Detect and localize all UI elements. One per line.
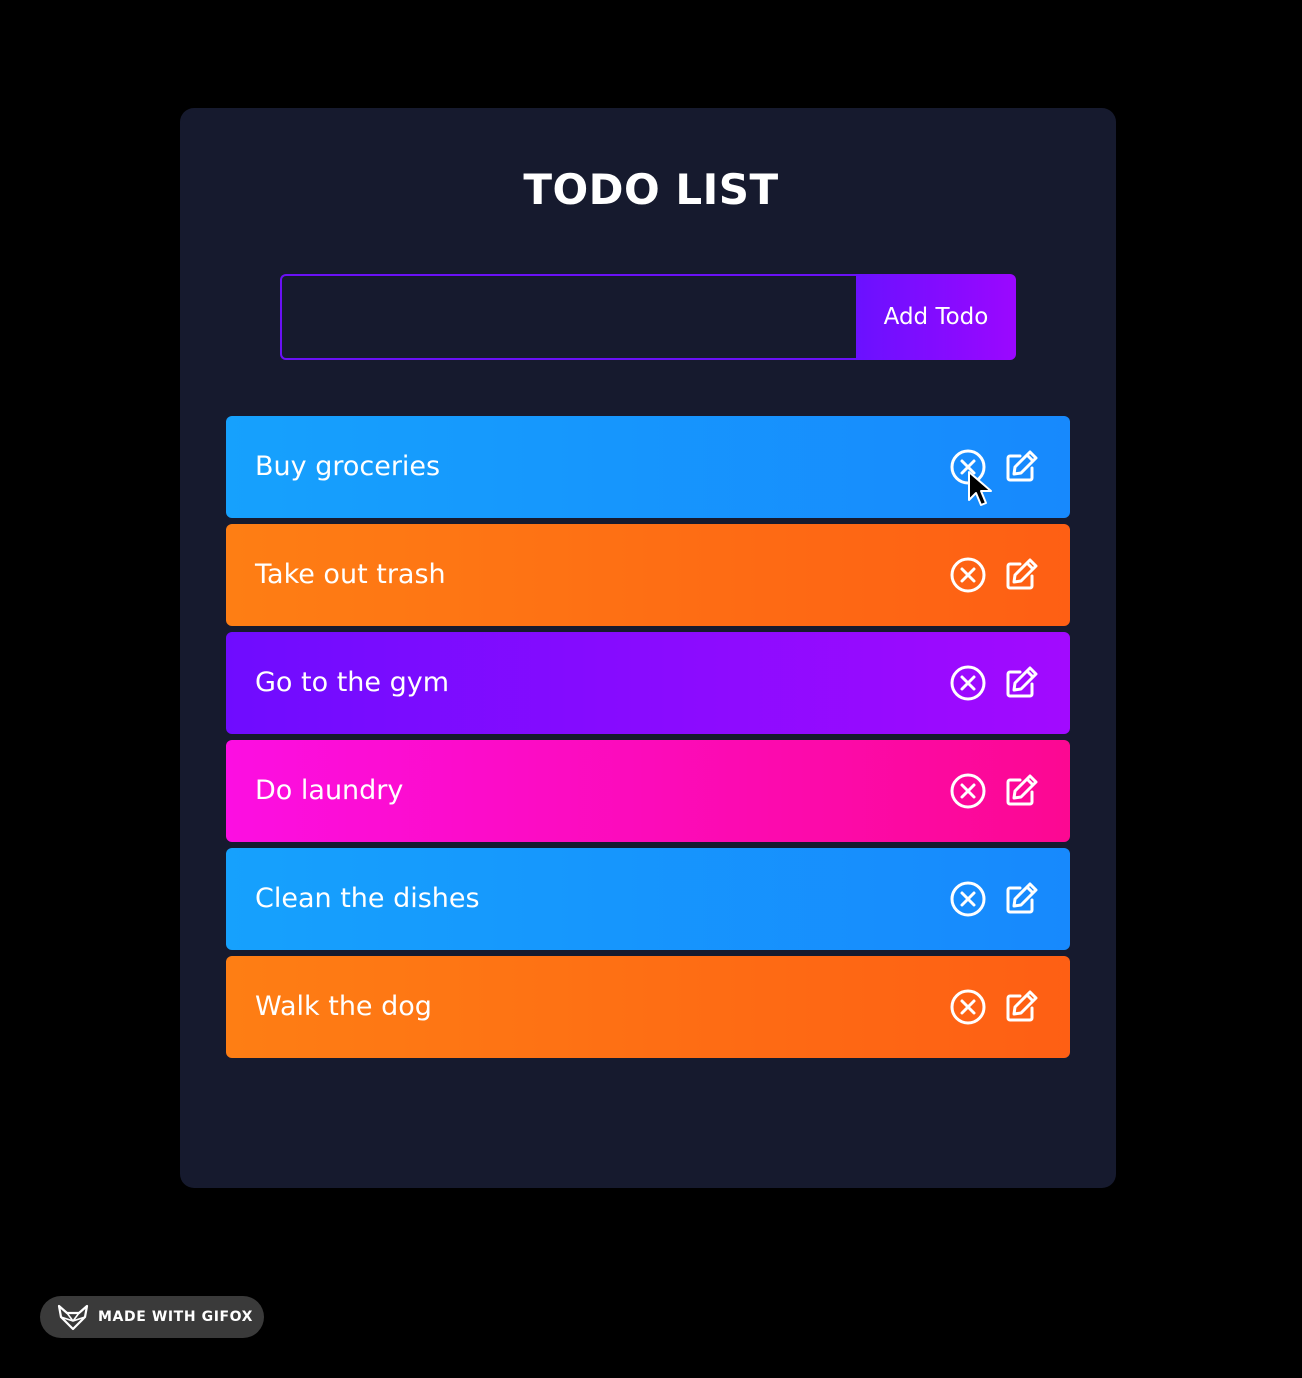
watermark-text: MADE WITH GIFOX — [98, 1309, 254, 1325]
todo-input[interactable] — [280, 274, 856, 360]
todo-item: Clean the dishes — [226, 848, 1070, 950]
todo-actions — [949, 880, 1040, 918]
todo-text: Go to the gym — [255, 667, 450, 698]
gifox-watermark: MADE WITH GIFOX — [40, 1296, 264, 1338]
edit-icon[interactable] — [1002, 556, 1040, 594]
todo-form: Add Todo — [280, 274, 1016, 360]
todo-item: Do laundry — [226, 740, 1070, 842]
edit-icon[interactable] — [1002, 664, 1040, 702]
todo-text: Walk the dog — [255, 991, 432, 1022]
todo-text: Clean the dishes — [255, 883, 480, 914]
todo-list: Buy groceries Take out trash Go to the g… — [226, 416, 1070, 1064]
add-todo-button[interactable]: Add Todo — [856, 274, 1016, 360]
todo-item: Take out trash — [226, 524, 1070, 626]
fox-logo-icon — [57, 1304, 89, 1331]
close-circle-icon[interactable] — [949, 772, 987, 810]
todo-actions — [949, 772, 1040, 810]
edit-icon[interactable] — [1002, 772, 1040, 810]
todo-text: Buy groceries — [255, 451, 441, 482]
edit-icon[interactable] — [1002, 448, 1040, 486]
todo-actions — [949, 664, 1040, 702]
todo-item: Walk the dog — [226, 956, 1070, 1058]
edit-icon[interactable] — [1002, 988, 1040, 1026]
edit-icon[interactable] — [1002, 880, 1040, 918]
todo-text: Take out trash — [255, 559, 446, 590]
todo-actions — [949, 448, 1040, 486]
todo-item: Go to the gym — [226, 632, 1070, 734]
close-circle-icon[interactable] — [949, 880, 987, 918]
close-circle-icon[interactable] — [949, 988, 987, 1026]
close-circle-icon[interactable] — [949, 448, 987, 486]
todo-actions — [949, 988, 1040, 1026]
todo-item: Buy groceries — [226, 416, 1070, 518]
close-circle-icon[interactable] — [949, 664, 987, 702]
todo-text: Do laundry — [255, 775, 404, 806]
page-title: TODO LIST — [523, 165, 779, 214]
todo-actions — [949, 556, 1040, 594]
close-circle-icon[interactable] — [949, 556, 987, 594]
